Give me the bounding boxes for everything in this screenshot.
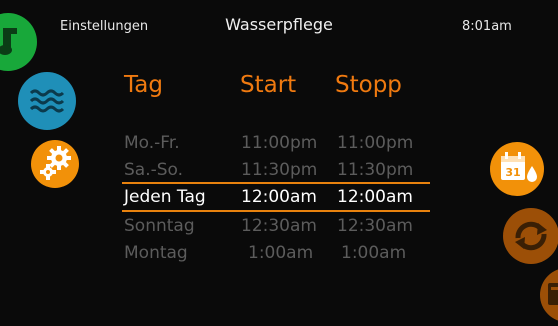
start-cell: 11:00pm [241,133,318,153]
stop-cell: 11:30pm [337,160,414,180]
music-nav-button[interactable] [0,13,37,71]
calendar-day-label: 31 [505,166,520,179]
day-cell: Jeden Tag [124,187,206,207]
cycle-arrows-icon [515,221,547,251]
water-schedule-button[interactable]: 31 [490,142,544,196]
clock: 8:01am [462,19,512,34]
day-cell: Sonntag [124,216,195,236]
selection-line-bottom [122,210,430,212]
water-nav-button[interactable] [18,72,76,130]
schedule-row[interactable]: Montag 1:00am 1:00am [0,240,558,266]
schedule-row-selected[interactable]: Jeden Tag 12:00am 12:00am [0,184,558,210]
status-bar: Einstellungen Wasserpflege 8:01am [0,0,558,56]
calendar-water-icon: 31 [501,152,537,182]
calendar-partial-icon [548,283,558,305]
stop-cell: 12:00am [337,187,413,207]
column-header-day: Tag [124,72,163,98]
schedule-row[interactable]: Sa.-So. 11:30pm 11:30pm [0,157,558,183]
column-header-start: Start [240,72,297,98]
music-note-icon [0,28,17,55]
schedule-extra-button[interactable] [540,268,558,322]
schedule-row[interactable]: Mo.-Fr. 11:00pm 11:00pm [0,130,558,156]
start-cell: 11:30pm [241,160,318,180]
cycle-button[interactable] [503,208,558,264]
day-cell: Sa.-So. [124,160,184,180]
water-care-screen: Einstellungen Wasserpflege 8:01am Tag St… [0,0,558,326]
day-cell: Montag [124,243,188,263]
day-cell: Mo.-Fr. [124,133,180,153]
stop-cell: 11:00pm [337,133,414,153]
start-cell: 1:00am [248,243,314,263]
stop-cell: 12:30am [337,216,413,236]
stop-cell: 1:00am [341,243,407,263]
start-cell: 12:00am [241,187,317,207]
schedule-row[interactable]: Sonntag 12:30am 12:30am [0,213,558,239]
start-cell: 12:30am [241,216,317,236]
column-header-stop: Stopp [335,72,402,98]
water-waves-icon [29,89,65,113]
